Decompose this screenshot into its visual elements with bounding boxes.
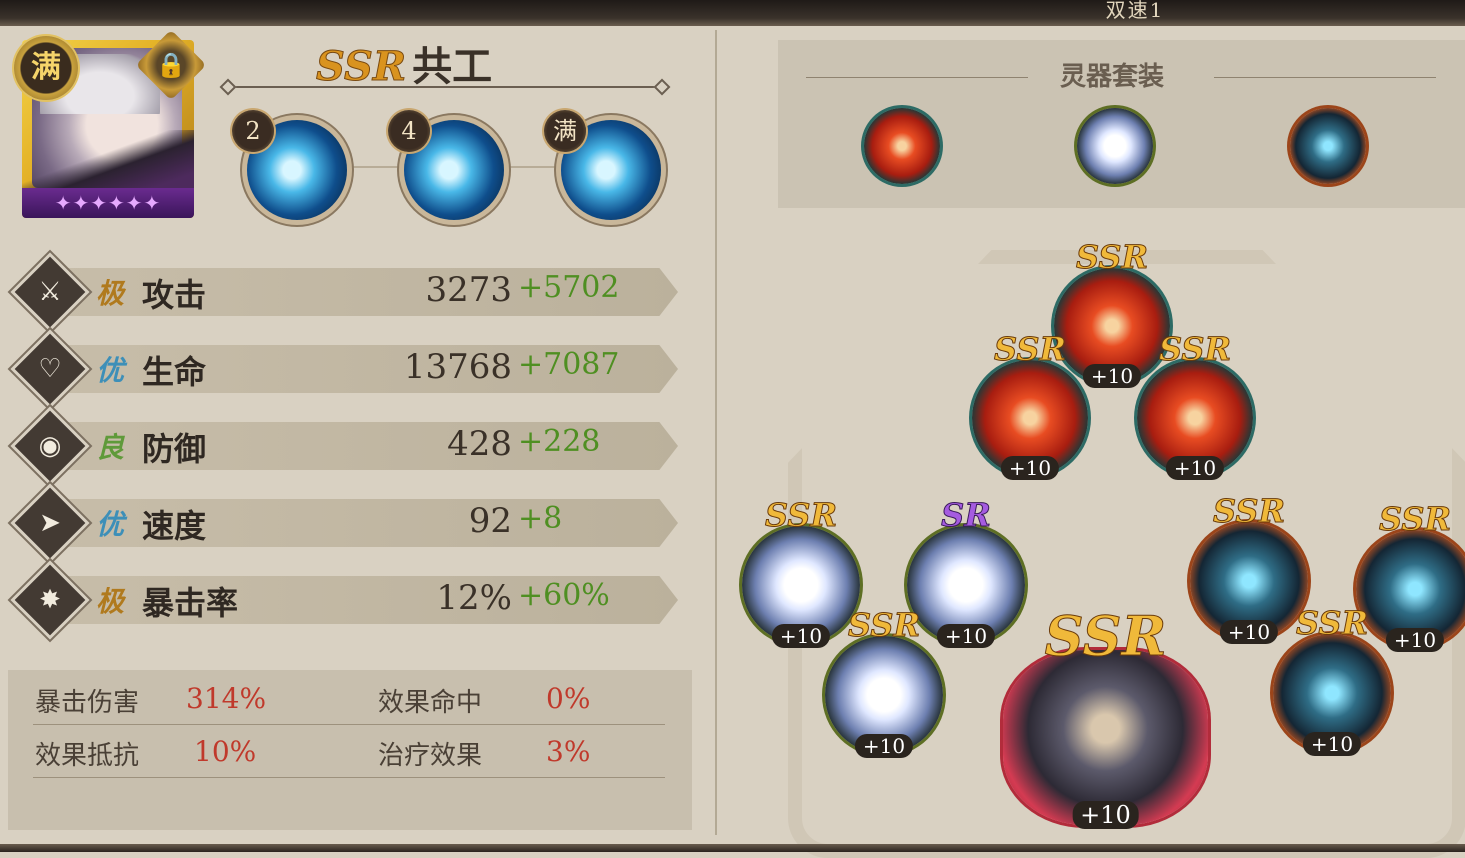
crit-rate-icon: ✸: [10, 560, 90, 640]
equipment-level: +10: [936, 624, 996, 648]
stat-row-defense: ◉ 良 防御 428 +228: [8, 406, 698, 486]
stat-row-speed: ➤ 优 速度 92 +8: [8, 483, 698, 563]
title-divider: [230, 86, 660, 88]
stat-row-crit-rate: ✸ 极 暴击率 12% +60%: [8, 560, 698, 640]
secondary-stat-label: 暴击伤害: [35, 688, 140, 718]
stat-grade: 优: [96, 508, 125, 541]
equipment-slot-white-flower[interactable]: SSR +10: [825, 606, 943, 758]
stat-bonus-value: +5702: [518, 270, 620, 305]
rarity-label: SSR: [315, 43, 407, 91]
equipment-level: +10: [854, 734, 914, 758]
white-flower-set-icon[interactable]: [1077, 108, 1153, 184]
stat-base-value: 12%: [436, 578, 512, 618]
stat-label: 速度: [142, 507, 207, 545]
shikigami-name: 共工: [412, 43, 493, 90]
stat-label: 攻击: [142, 276, 207, 314]
stat-label: 暴击率: [142, 584, 239, 622]
equipment-rarity: SSR: [764, 496, 838, 535]
equipment-level: +10: [1219, 620, 1279, 644]
skill-level-badge: 2: [232, 110, 274, 152]
stat-label: 防御: [142, 430, 207, 468]
equipment-slot-blue-swirl[interactable]: SSR +10: [1190, 492, 1308, 644]
equipment-slot-blue-swirl[interactable]: SSR +10: [1356, 500, 1465, 652]
equipment-level: +10: [1302, 732, 1362, 756]
equipment-slot-fire-eye[interactable]: SSR +10: [1054, 238, 1170, 388]
soul-set-title: 灵器套装: [1060, 62, 1165, 92]
equipment-rarity: SSR: [993, 330, 1067, 369]
equipment-rarity: SSR: [1075, 238, 1149, 277]
awaken-stars: ✦✦✦✦✦✦: [22, 188, 194, 218]
equipment-slot-fire-eye[interactable]: SSR +10: [972, 330, 1088, 480]
stat-row-attack: ⚔ 极 攻击 3273 +5702: [8, 252, 698, 332]
stat-grade: 良: [96, 431, 125, 464]
stat-grade: 极: [96, 277, 125, 310]
bottom-bar: [0, 844, 1465, 852]
equipment-rarity: SSR: [1044, 604, 1167, 669]
stat-base-value: 3273: [425, 270, 512, 310]
secondary-stat-label: 效果命中: [378, 688, 483, 718]
equipment-slot-white-flower[interactable]: SSR +10: [742, 496, 860, 648]
defense-icon: ◉: [10, 406, 90, 486]
stat-row-health: ♡ 优 生命 13768 +7087: [8, 329, 698, 409]
equipment-level: +10: [1082, 364, 1142, 388]
stat-base-value: 92: [468, 501, 512, 541]
equipment-level: +10: [1000, 456, 1060, 480]
equipment-rarity: SSR: [1212, 492, 1286, 531]
fire-eye-set-icon[interactable]: [864, 108, 940, 184]
equipment-slot-blue-swirl[interactable]: SSR +10: [1273, 604, 1391, 756]
shikigami-title: SSR 共工: [315, 34, 492, 91]
stat-grade: 极: [96, 585, 125, 618]
stat-grade: 优: [96, 354, 125, 387]
equipment-rarity: SSR: [1295, 604, 1369, 643]
secondary-stat-value: 10%: [194, 735, 257, 768]
stat-base-value: 13768: [403, 347, 512, 387]
stat-bonus-value: +228: [518, 424, 601, 459]
equipment-level: +10: [771, 624, 831, 648]
speed-icon: ➤: [10, 483, 90, 563]
attack-icon: ⚔: [10, 252, 90, 332]
lock-icon[interactable]: 🔒: [135, 29, 207, 101]
equipment-slot-main[interactable]: SSR +10: [1003, 604, 1208, 829]
equipment-level: +10: [1165, 456, 1225, 480]
secondary-stat-label: 效果抵抗: [35, 741, 140, 771]
equipment-slot-white-flower[interactable]: SR +10: [907, 496, 1025, 648]
stat-bonus-value: +8: [518, 501, 563, 536]
equipment-level: +10: [1072, 801, 1139, 829]
equipment-rarity: SSR: [1158, 330, 1232, 369]
full-level-badge: 满: [14, 36, 78, 100]
equipment-rarity: SSR: [1378, 500, 1452, 539]
preset-title: 双速1: [1105, 0, 1165, 22]
secondary-stat-label: 治疗效果: [378, 741, 483, 771]
blue-swirl-set-icon[interactable]: [1290, 108, 1366, 184]
skill-level-badge: 4: [388, 110, 430, 152]
stat-label: 生命: [142, 353, 207, 391]
panel-divider: [715, 30, 717, 835]
stat-bonus-value: +7087: [518, 347, 620, 382]
secondary-stat-value: 0%: [546, 682, 591, 715]
secondary-stat-value: 314%: [186, 682, 267, 715]
top-bar: 双速1: [0, 0, 1465, 26]
stat-bonus-value: +60%: [518, 578, 610, 613]
equipment-rarity: SR: [941, 496, 992, 535]
equipment-slot-fire-eye[interactable]: SSR +10: [1137, 330, 1253, 480]
health-icon: ♡: [10, 329, 90, 409]
secondary-stat-value: 3%: [546, 735, 591, 768]
stat-base-value: 428: [447, 424, 512, 464]
equipment-level: +10: [1385, 628, 1445, 652]
secondary-stats-panel: 暴击伤害 314% 效果命中 0% 效果抵抗 10% 治疗效果 3%: [8, 670, 692, 830]
equipment-rarity: SSR: [847, 606, 921, 645]
skill-level-badge: 满: [544, 110, 586, 152]
